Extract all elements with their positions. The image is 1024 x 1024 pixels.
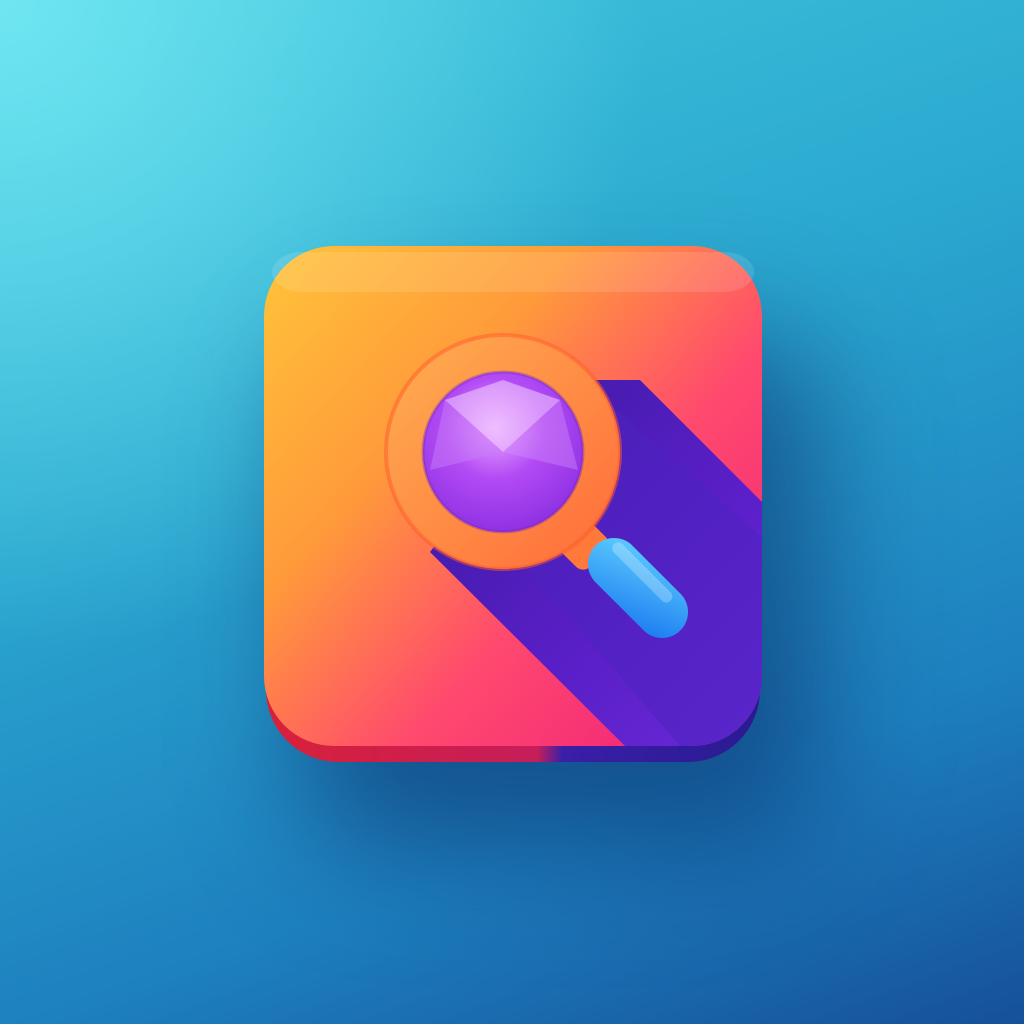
icon-canvas — [0, 0, 1024, 1024]
app-icon-tile[interactable] — [0, 0, 1024, 1024]
tile-highlight — [272, 252, 754, 292]
